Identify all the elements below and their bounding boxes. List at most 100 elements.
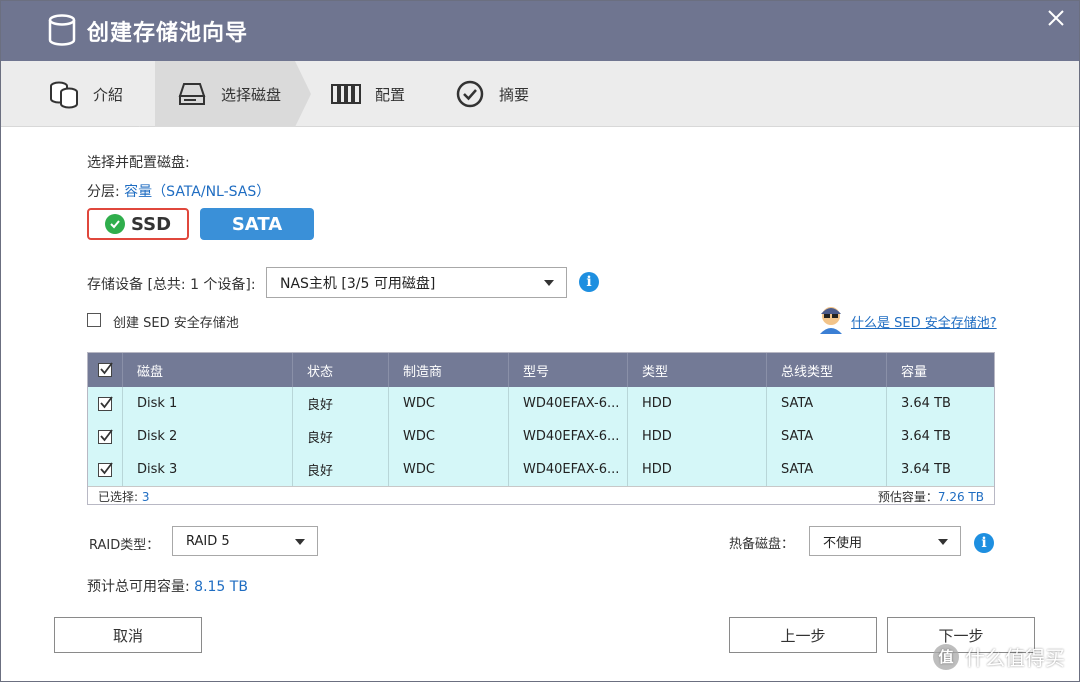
sed-checkbox[interactable] [87, 313, 101, 327]
step-summary: 摘要 [453, 61, 553, 127]
sata-label: SATA [231, 213, 283, 235]
disks-icon [47, 77, 81, 111]
step-configure-label: 配置 [375, 85, 406, 104]
cell-bus: SATA [767, 387, 887, 420]
table-footer: 已选择: 3 预估容量：7.26 TB [88, 486, 994, 504]
tier-value: 容量（SATA/NL-SAS） [124, 184, 271, 200]
hard-drive-icon [175, 77, 209, 111]
chevron-down-icon [295, 539, 305, 545]
total-capacity-line: 预计总可用容量: 8.15 TB [87, 576, 248, 596]
check-icon [104, 214, 125, 234]
estimated-capacity-text: 预估容量：7.26 TB [878, 488, 984, 505]
database-icon [48, 14, 76, 46]
window-title: 创建存储池向导 [87, 21, 249, 46]
select-all-cell [88, 353, 123, 387]
cell-capacity: 3.64 TB [901, 462, 951, 477]
cell-model: WD40EFAX-6... [509, 420, 628, 453]
sed-help-link[interactable]: 什么是 SED 安全存储池? [851, 312, 997, 331]
wizard-steps: 介紹 选择磁盘 配置 摘要 [1, 61, 1079, 127]
raid-type-select[interactable]: RAID 5 [172, 526, 318, 556]
row-checkbox[interactable] [98, 395, 113, 411]
close-icon[interactable] [1045, 7, 1067, 29]
watermark-text: 什么值得买 [965, 646, 1065, 670]
check-circle-icon [453, 77, 487, 111]
col-capacity[interactable]: 容量 [887, 353, 994, 387]
watermark: 值 什么值得买 [933, 642, 1065, 671]
cell-capacity: 3.64 TB [901, 396, 951, 411]
estimated-value: 7.26 TB [937, 490, 984, 504]
step-intro: 介紹 [47, 61, 147, 127]
selected-count: 3 [141, 490, 150, 504]
create-storage-pool-dialog: 创建存储池向导 介紹 选择磁盘 配置 摘要 选择并配置磁盘: 分层: 容量（SA… [0, 0, 1080, 682]
info-icon[interactable]: i [579, 272, 599, 292]
selected-count-text: 已选择: 3 [98, 488, 150, 505]
cancel-button[interactable]: 取消 [54, 617, 202, 653]
cell-disk: Disk 2 [123, 420, 293, 453]
info-icon[interactable]: i [974, 533, 994, 553]
row-check-cell [88, 387, 123, 420]
estimated-label: 预估容量： [877, 490, 938, 504]
spare-label: 热备磁盘： [729, 537, 795, 552]
cell-bus: SATA [767, 420, 887, 453]
step-summary-label: 摘要 [499, 85, 530, 104]
raid-type-value: RAID 5 [186, 533, 230, 549]
chevron-down-icon [544, 280, 554, 286]
cell-type: HDD [628, 387, 767, 420]
ssd-tier-button[interactable]: SSD [87, 208, 189, 240]
col-bus[interactable]: 总线类型 [767, 353, 887, 387]
row-checkbox[interactable] [98, 461, 113, 477]
cell-status: 良好 [293, 387, 389, 420]
cell-vendor: WDC [389, 420, 509, 453]
row-check-cell [88, 453, 123, 486]
step-configure: 配置 [329, 61, 429, 127]
cell-model: WD40EFAX-6... [509, 453, 628, 486]
back-button[interactable]: 上一步 [729, 617, 877, 653]
ssd-label: SSD [130, 213, 172, 235]
cell-disk: Disk 3 [123, 453, 293, 486]
total-capacity-label: 预计总可用容量: [87, 579, 195, 595]
tier-prefix: 分层: [87, 184, 125, 200]
tier-line: 分层: 容量（SATA/NL-SAS） [87, 181, 270, 201]
chevron-down-icon [938, 539, 948, 545]
device-label: 存储设备 [总共: 1 个设备]: [87, 277, 256, 293]
cell-bus: SATA [767, 453, 887, 486]
device-select-value: NAS主机 [3/5 可用磁盘] [280, 275, 436, 292]
cell-capacity: 3.64 TB [901, 429, 951, 444]
spare-disk-value: 不使用 [823, 535, 863, 551]
table-row[interactable]: Disk 3 良好 WDC WD40EFAX-6... HDD SATA 3.6… [88, 453, 994, 486]
sed-helper-icon [820, 307, 842, 334]
col-model[interactable]: 型号 [509, 353, 628, 387]
cell-disk: Disk 1 [123, 387, 293, 420]
col-vendor[interactable]: 制造商 [389, 353, 509, 387]
step-select-disks: 选择磁盘 [155, 61, 295, 127]
total-capacity-value: 8.15 TB [194, 579, 248, 595]
watermark-logo: 值 [933, 643, 959, 670]
col-type[interactable]: 类型 [628, 353, 767, 387]
cell-vendor: WDC [389, 453, 509, 486]
device-select[interactable]: NAS主机 [3/5 可用磁盘] [266, 267, 567, 298]
cell-model: WD40EFAX-6... [509, 387, 628, 420]
raid-config-icon [329, 77, 363, 111]
raid-label: RAID类型： [89, 538, 160, 553]
cell-status: 良好 [293, 453, 389, 486]
table-row[interactable]: Disk 2 良好 WDC WD40EFAX-6... HDD SATA 3.6… [88, 420, 994, 453]
col-status[interactable]: 状态 [293, 353, 389, 387]
col-disk[interactable]: 磁盘 [123, 353, 293, 387]
spare-disk-select[interactable]: 不使用 [809, 526, 961, 556]
cell-type: HDD [628, 453, 767, 486]
disk-table: 磁盘 状态 制造商 型号 类型 总线类型 容量 Disk 1 良好 WDC WD… [87, 352, 995, 505]
cell-type: HDD [628, 420, 767, 453]
selected-label: 已选择: [98, 490, 142, 504]
select-all-checkbox[interactable] [98, 362, 113, 377]
step-select-disks-label: 选择磁盘 [221, 85, 282, 104]
row-checkbox[interactable] [98, 428, 113, 444]
section-heading: 选择并配置磁盘: [87, 155, 190, 171]
sed-checkbox-label: 创建 SED 安全存储池 [113, 316, 239, 331]
row-check-cell [88, 420, 123, 453]
step-intro-label: 介紹 [93, 85, 124, 104]
cell-vendor: WDC [389, 387, 509, 420]
title-bar: 创建存储池向导 [1, 1, 1079, 61]
table-header: 磁盘 状态 制造商 型号 类型 总线类型 容量 [88, 353, 994, 387]
sata-tier-button[interactable]: SATA [200, 208, 314, 240]
table-row[interactable]: Disk 1 良好 WDC WD40EFAX-6... HDD SATA 3.6… [88, 387, 994, 420]
